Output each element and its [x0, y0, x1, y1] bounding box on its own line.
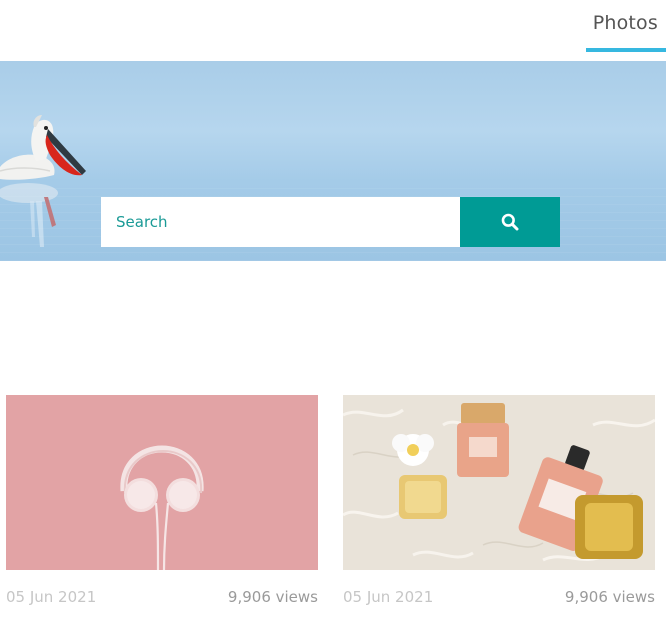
photo-views: 9,906 views	[564, 588, 655, 606]
hero-banner	[0, 61, 666, 261]
photo-views: 9,906 views	[227, 588, 318, 606]
search-input[interactable]	[101, 197, 460, 247]
photo-gallery-page: Photos Search 05 Jun 2021 9,906 views 05…	[0, 0, 666, 627]
tab-photos[interactable]: Photos	[593, 12, 658, 34]
photo-thumbnail-headphones[interactable]	[6, 395, 318, 570]
search-icon	[501, 213, 519, 231]
search-button[interactable]	[460, 197, 560, 247]
photo-date: 05 Jun 2021	[343, 588, 434, 606]
photo-card: 05 Jun 2021 9,906 views	[6, 395, 318, 610]
pelican-image	[0, 115, 86, 247]
photo-card: 05 Jun 2021 9,906 views	[343, 395, 655, 610]
top-navigation: Photos	[0, 0, 666, 60]
photo-meta: 05 Jun 2021 9,906 views	[343, 588, 655, 610]
active-tab-indicator	[586, 48, 666, 52]
photo-date: 05 Jun 2021	[6, 588, 97, 606]
photo-thumbnail-perfume[interactable]	[343, 395, 655, 570]
photo-meta: 05 Jun 2021 9,906 views	[6, 588, 318, 610]
